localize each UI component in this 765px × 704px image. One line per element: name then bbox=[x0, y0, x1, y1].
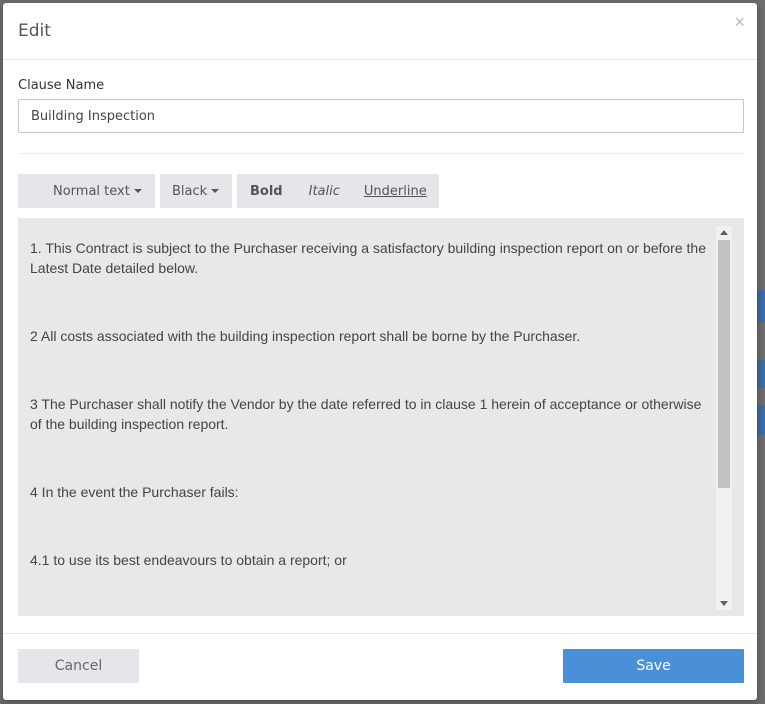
scroll-down-icon[interactable] bbox=[720, 601, 728, 606]
paragraph: 3 The Purchaser shall notify the Vendor … bbox=[30, 396, 702, 432]
close-icon[interactable]: × bbox=[734, 13, 745, 31]
format-button-group: Bold Italic Underline bbox=[237, 174, 439, 208]
italic-button[interactable]: Italic bbox=[283, 174, 340, 208]
paragraph: 1. This Contract is subject to the Purch… bbox=[30, 240, 706, 276]
underline-button[interactable]: Underline bbox=[340, 174, 427, 208]
clause-name-label: Clause Name bbox=[18, 78, 105, 93]
editor-toolbar: Normal text Black Bold Italic Underline bbox=[18, 174, 744, 208]
scrollbar-thumb[interactable] bbox=[718, 240, 730, 488]
editor-content[interactable]: 1. This Contract is subject to the Purch… bbox=[30, 238, 712, 616]
paragraph: 2 All costs associated with the building… bbox=[30, 328, 581, 344]
dialog-header: Edit × bbox=[3, 3, 757, 60]
paragraph: 4 In the event the Purchaser fails: bbox=[30, 484, 239, 500]
clause-name-input[interactable] bbox=[18, 99, 744, 133]
bold-button[interactable]: Bold bbox=[237, 174, 283, 208]
text-style-label: Normal text bbox=[53, 183, 130, 199]
caret-down-icon bbox=[211, 189, 220, 193]
clause-editor[interactable]: 1. This Contract is subject to the Purch… bbox=[18, 218, 744, 616]
cancel-button[interactable]: Cancel bbox=[18, 649, 139, 683]
divider bbox=[18, 153, 744, 154]
scroll-up-icon[interactable] bbox=[720, 230, 728, 235]
save-button[interactable]: Save bbox=[563, 649, 744, 683]
caret-down-icon bbox=[133, 189, 142, 193]
edit-dialog: Edit × Clause Name Normal text Black Bol… bbox=[3, 3, 757, 700]
dialog-body: Clause Name Normal text Black Bold Itali… bbox=[3, 78, 757, 616]
paragraph: 4.1 to use its best endeavours to obtain… bbox=[30, 552, 347, 568]
editor-scrollbar[interactable] bbox=[716, 226, 732, 610]
text-style-dropdown[interactable]: Normal text bbox=[18, 174, 155, 208]
text-color-label: Black bbox=[172, 183, 208, 199]
text-style-control: Normal text bbox=[18, 174, 142, 208]
dialog-footer: Cancel Save bbox=[3, 633, 757, 700]
dialog-title: Edit bbox=[18, 21, 51, 41]
text-color-control: Black bbox=[160, 174, 220, 208]
text-color-dropdown[interactable]: Black bbox=[160, 174, 232, 208]
